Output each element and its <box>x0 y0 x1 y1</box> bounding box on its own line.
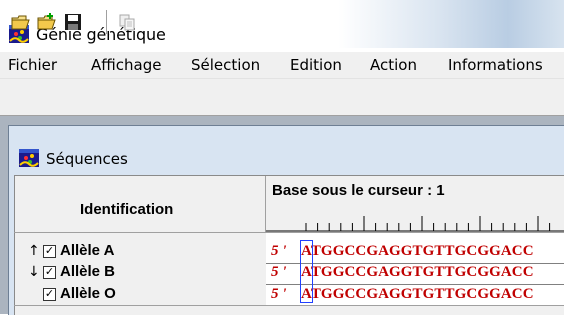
sequences-window-title: Séquences <box>46 150 128 168</box>
allele-a-label: Allèle A <box>60 242 115 259</box>
cursor-base-label: Base sous le curseur : 1 <box>272 182 445 199</box>
allele-a-sequence[interactable]: ATGGCCGAGGTGTTGCGGACC <box>301 243 534 260</box>
menu-bar: Fichier Affichage Sélection Edition Acti… <box>0 52 564 79</box>
table-bottom-line <box>14 305 564 306</box>
sequences-window-icon <box>19 149 39 167</box>
position-ruler <box>266 216 564 232</box>
five-prime-marker: 5 ' <box>271 243 287 259</box>
allele-b-label: Allèle B <box>60 263 116 280</box>
allele-b-sequence[interactable]: ATGGCCGAGGTGTTGCGGACC <box>301 264 534 281</box>
identification-header: Identification <box>80 201 174 218</box>
move-up-arrow-icon[interactable]: ↑ <box>28 243 40 259</box>
five-prime-marker: 5 ' <box>271 264 287 280</box>
save-disk-icon[interactable] <box>63 12 83 32</box>
menu-affichage[interactable]: Affichage <box>91 56 161 74</box>
open-folder-icon[interactable] <box>11 12 31 32</box>
toolbar <box>0 79 564 116</box>
five-prime-marker: 5 ' <box>271 286 287 302</box>
menu-action[interactable]: Action <box>370 56 417 74</box>
move-down-arrow-icon[interactable]: ↓ <box>28 264 40 280</box>
open-folder-plus-icon[interactable] <box>37 12 57 32</box>
menu-fichier[interactable]: Fichier <box>8 56 57 74</box>
allele-a-checkbox[interactable] <box>43 245 56 258</box>
allele-o-label: Allèle O <box>60 285 116 302</box>
menu-edition[interactable]: Edition <box>290 56 342 74</box>
allele-o-checkbox[interactable] <box>43 288 56 301</box>
sequence-cursor <box>300 240 313 303</box>
menu-selection[interactable]: Sélection <box>191 56 260 74</box>
allele-o-sequence[interactable]: ATGGCCGAGGTGTTGCGGACC <box>301 286 534 303</box>
toolbar-separator <box>106 10 110 34</box>
allele-b-checkbox[interactable] <box>43 266 56 279</box>
copy-icon[interactable] <box>117 12 137 32</box>
menu-informations[interactable]: Informations <box>448 56 543 74</box>
